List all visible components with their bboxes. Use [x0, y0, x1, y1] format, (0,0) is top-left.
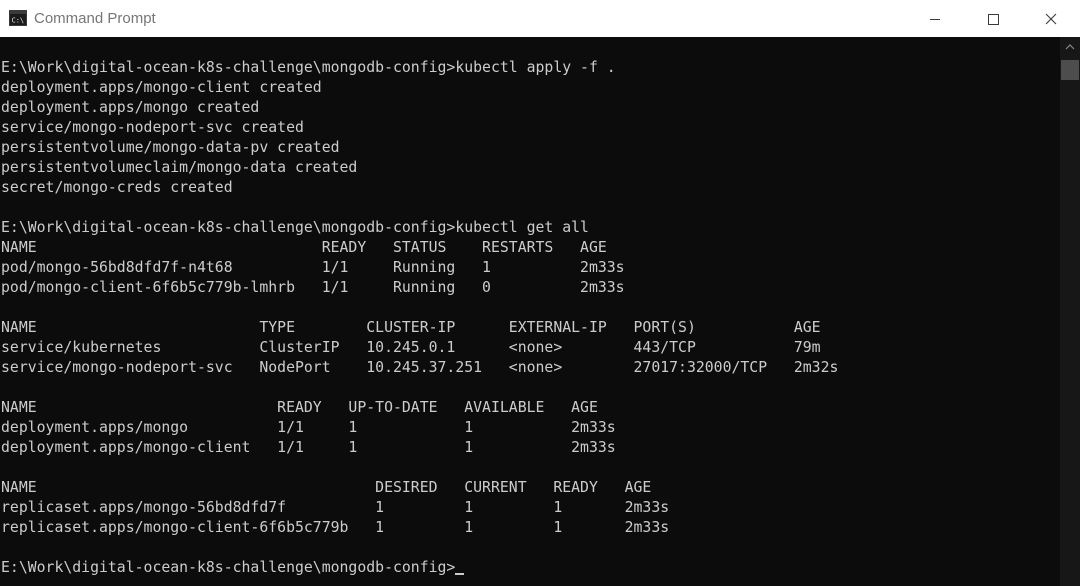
- terminal-line: E:\Work\digital-ocean-k8s-challenge\mong…: [1, 59, 616, 76]
- scroll-up-button[interactable]: [1060, 37, 1080, 57]
- terminal-prompt: E:\Work\digital-ocean-k8s-challenge\mong…: [1, 559, 456, 576]
- close-button[interactable]: [1022, 0, 1080, 37]
- maximize-icon: [988, 13, 999, 25]
- minimize-icon: [930, 18, 940, 20]
- scrollbar-thumb[interactable]: [1061, 60, 1079, 80]
- text-cursor: [455, 573, 465, 575]
- chevron-up-icon: [1065, 44, 1075, 50]
- minimize-button[interactable]: [906, 0, 964, 37]
- terminal-line: persistentvolumeclaim/mongo-data created: [1, 159, 358, 176]
- terminal-line: pod/mongo-56bd8dfd7f-n4t68 1/1 Running 1…: [1, 259, 625, 276]
- command-prompt-window: C:\ Command Prompt E:\Work\digital-ocean…: [0, 0, 1080, 586]
- terminal-line: pod/mongo-client-6f6b5c779b-lmhrb 1/1 Ru…: [1, 279, 625, 296]
- svg-text:C:\: C:\: [12, 17, 25, 25]
- terminal-line: secret/mongo-creds created: [1, 179, 233, 196]
- terminal-line: replicaset.apps/mongo-client-6f6b5c779b …: [1, 519, 670, 536]
- terminal-line: deployment.apps/mongo created: [1, 99, 260, 116]
- title-bar[interactable]: C:\ Command Prompt: [0, 0, 1080, 37]
- terminal-line: deployment.apps/mongo-client 1/1 1 1 2m3…: [1, 439, 616, 456]
- terminal-line: deployment.apps/mongo 1/1 1 1 2m33s: [1, 419, 616, 436]
- terminal-line: replicaset.apps/mongo-56bd8dfd7f 1 1 1 2…: [1, 499, 670, 516]
- terminal-prompt-line[interactable]: E:\Work\digital-ocean-k8s-challenge\mong…: [1, 558, 838, 578]
- cmd-icon[interactable]: C:\: [9, 10, 27, 26]
- terminal-line: service/kubernetes ClusterIP 10.245.0.1 …: [1, 339, 821, 356]
- terminal-output[interactable]: E:\Work\digital-ocean-k8s-challenge\mong…: [0, 37, 1060, 586]
- terminal-line: NAME READY UP-TO-DATE AVAILABLE AGE: [1, 399, 598, 416]
- vertical-scrollbar[interactable]: [1060, 37, 1080, 586]
- terminal-line: deployment.apps/mongo-client created: [1, 79, 322, 96]
- terminal-line: persistentvolume/mongo-data-pv created: [1, 139, 340, 156]
- terminal-line: service/mongo-nodeport-svc NodePort 10.2…: [1, 359, 839, 376]
- maximize-button[interactable]: [964, 0, 1022, 37]
- close-icon: [1045, 13, 1057, 24]
- terminal-line: service/mongo-nodeport-svc created: [1, 119, 304, 136]
- terminal-line: NAME TYPE CLUSTER-IP EXTERNAL-IP PORT(S)…: [1, 319, 821, 336]
- window-title: Command Prompt: [34, 10, 156, 27]
- terminal-line: E:\Work\digital-ocean-k8s-challenge\mong…: [1, 219, 589, 236]
- terminal-line: NAME READY STATUS RESTARTS AGE: [1, 239, 607, 256]
- terminal-lines: E:\Work\digital-ocean-k8s-challenge\mong…: [1, 58, 838, 578]
- terminal-line: NAME DESIRED CURRENT READY AGE: [1, 479, 652, 496]
